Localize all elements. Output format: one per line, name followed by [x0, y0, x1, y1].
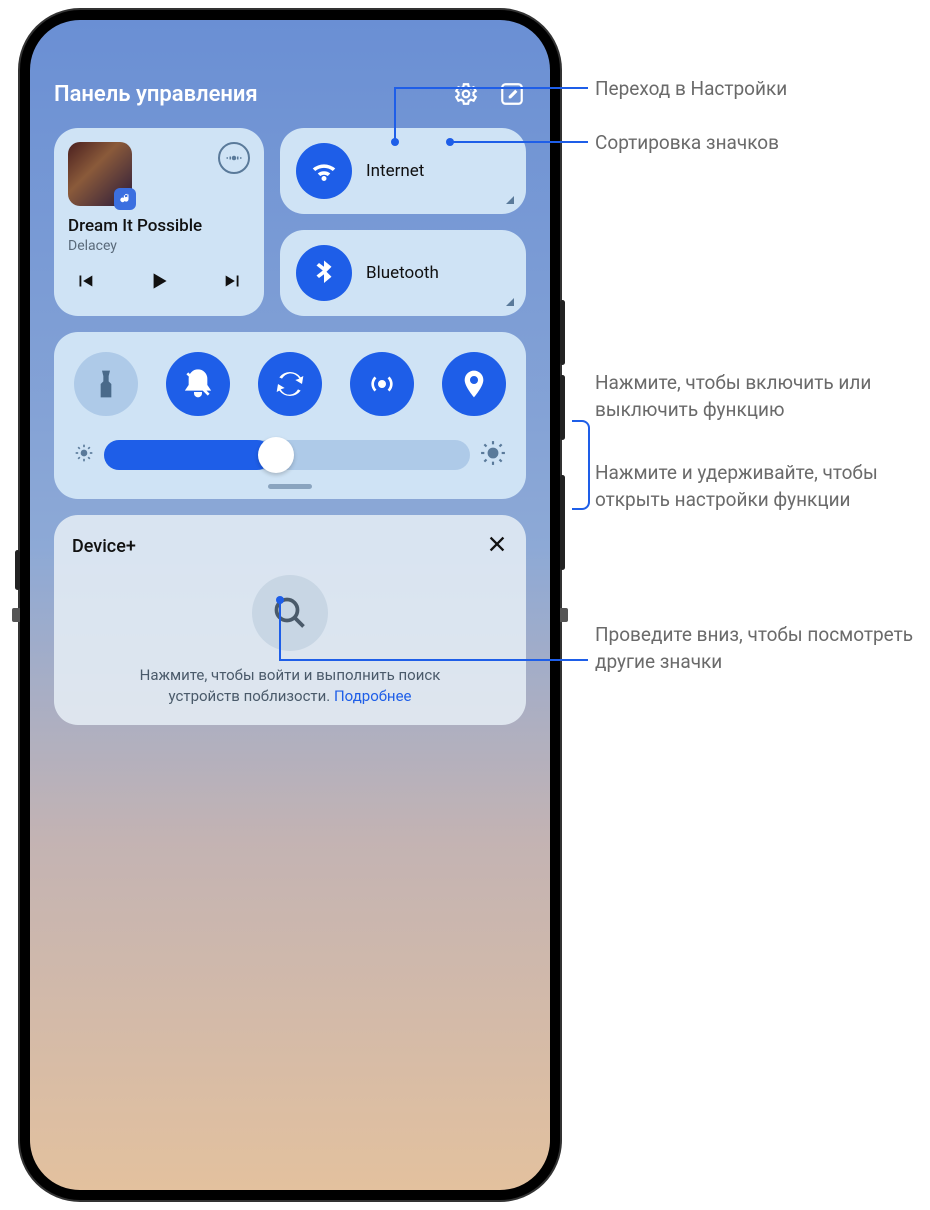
brightness-slider[interactable]	[104, 440, 470, 470]
callout-swipe: Проведите вниз, чтобы посмотреть другие …	[595, 622, 925, 675]
slider-fill	[104, 440, 272, 470]
hinge	[560, 608, 568, 622]
wifi-icon	[296, 143, 352, 199]
settings-icon[interactable]	[452, 80, 480, 108]
music-app-icon	[114, 188, 136, 210]
wifi-label: Internet	[366, 161, 424, 181]
callout-settings: Переход в Настройки	[595, 76, 925, 103]
close-button[interactable]	[486, 533, 508, 559]
play-button[interactable]	[146, 268, 172, 298]
control-panel-header: Панель управления	[30, 20, 550, 128]
phone-frame: Панель управления	[20, 10, 560, 1200]
slider-thumb[interactable]	[258, 437, 294, 473]
track-title: Dream It Possible	[68, 216, 250, 236]
expand-handle[interactable]	[268, 484, 312, 489]
hinge	[12, 608, 20, 622]
hotspot-toggle[interactable]	[350, 352, 414, 416]
wifi-tile[interactable]: Internet	[280, 128, 526, 214]
mute-toggle[interactable]	[166, 352, 230, 416]
bluetooth-label: Bluetooth	[366, 263, 439, 283]
flashlight-toggle[interactable]	[74, 352, 138, 416]
autorotate-toggle[interactable]	[258, 352, 322, 416]
device-plus-message: Нажмите, чтобы войти и выполнить поиск у…	[72, 665, 508, 707]
callout-tap: Нажмите, чтобы включить или выключить фу…	[595, 370, 925, 423]
audio-output-icon[interactable]	[218, 142, 250, 174]
brightness-slider-row	[70, 440, 510, 470]
album-art	[68, 142, 132, 206]
phone-screen: Панель управления	[30, 20, 550, 1190]
media-player-card: Dream It Possible Delacey	[54, 128, 264, 316]
bluetooth-tile[interactable]: Bluetooth	[280, 230, 526, 316]
edit-icon[interactable]	[498, 80, 526, 108]
volume-down-button	[560, 375, 565, 440]
power-button	[560, 475, 565, 570]
expand-icon	[506, 298, 514, 306]
expand-icon	[506, 196, 514, 204]
device-plus-title: Device+	[72, 536, 136, 557]
page-title: Панель управления	[54, 82, 434, 107]
brightness-low-icon	[74, 443, 94, 467]
bluetooth-icon	[296, 245, 352, 301]
callout-hold: Нажмите и удерживайте, чтобы открыть нас…	[595, 460, 925, 513]
track-artist: Delacey	[68, 238, 250, 254]
location-toggle[interactable]	[442, 352, 506, 416]
learn-more-link[interactable]: Подробнее	[334, 687, 412, 705]
discover-devices-button[interactable]	[252, 575, 328, 651]
callout-bracket	[572, 420, 590, 510]
next-track-button[interactable]	[222, 270, 244, 296]
brightness-high-icon	[480, 440, 506, 470]
prev-track-button[interactable]	[74, 270, 96, 296]
callout-sort: Сортировка значков	[595, 130, 925, 157]
volume-up-button	[560, 300, 565, 365]
device-plus-card: Device+ Нажмите, чтобы войти и выполнить…	[54, 515, 526, 725]
side-button	[15, 550, 20, 590]
quick-toggles-card	[54, 332, 526, 499]
